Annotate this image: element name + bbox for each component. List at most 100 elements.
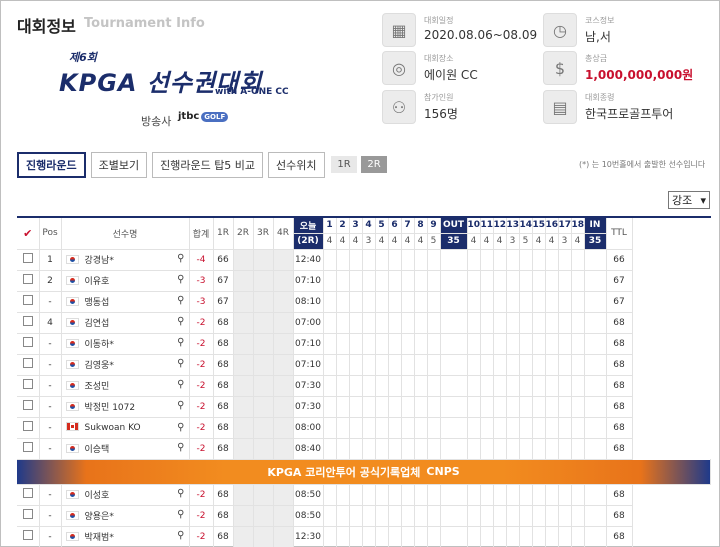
table-row[interactable]: 1 강경남* ⚲ -4 66 12:40 66 — [17, 249, 711, 271]
tab-current-round[interactable]: 진행라운드 — [17, 152, 86, 178]
row-checkbox-cell[interactable] — [17, 375, 40, 397]
hole-score-cell — [506, 249, 520, 271]
player-name-cell[interactable]: 박정민 1072 ⚲ — [61, 396, 190, 418]
hole-score-cell — [532, 417, 546, 439]
r3-cell — [253, 375, 274, 397]
player-name-cell[interactable]: 맹동섭 ⚲ — [61, 291, 190, 313]
row-checkbox[interactable] — [22, 358, 33, 368]
row-checkbox-cell[interactable] — [17, 270, 40, 292]
info-label: 코스정보 — [585, 16, 615, 25]
highlight-select[interactable]: 강조 ▾ — [668, 191, 710, 209]
tab-top5-compare[interactable]: 진행라운드 탑5 비교 — [152, 152, 264, 178]
par-cell: 4 — [467, 233, 481, 250]
player-name-cell[interactable]: 이유호 ⚲ — [61, 270, 190, 292]
table-row[interactable]: - 이성호 ⚲ -2 68 08:50 68 — [17, 484, 711, 506]
row-checkbox[interactable] — [22, 400, 33, 410]
player-name-cell[interactable]: 양용은* ⚲ — [61, 505, 190, 527]
row-checkbox[interactable] — [22, 421, 33, 431]
table-row[interactable]: - Sukwoan KO ⚲ -2 68 08:00 68 — [17, 417, 711, 439]
round-tab-2r[interactable]: 2R — [361, 156, 387, 173]
hole-score-cell — [467, 396, 481, 418]
row-checkbox-cell[interactable] — [17, 333, 40, 355]
r2-cell — [233, 249, 254, 271]
row-checkbox-cell[interactable] — [17, 291, 40, 313]
player-name-cell[interactable]: 조성민 ⚲ — [61, 375, 190, 397]
hole-score-cell — [506, 270, 520, 292]
table-row[interactable]: 4 김연섭 ⚲ -2 68 07:00 68 — [17, 312, 711, 334]
hole-score-cell — [506, 396, 520, 418]
hole-score-cell — [480, 396, 494, 418]
row-checkbox-cell[interactable] — [17, 249, 40, 271]
row-checkbox-cell[interactable] — [17, 505, 40, 527]
row-checkbox-cell[interactable] — [17, 417, 40, 439]
select-all-header[interactable]: ✔ — [17, 217, 40, 250]
hole-score-cell — [388, 312, 402, 334]
player-name: 이성호 — [84, 491, 110, 501]
player-name-cell[interactable]: 강경남* ⚲ — [61, 249, 190, 271]
broadcaster-logo: jtbc GOLF — [178, 111, 229, 122]
hole-score-cell — [545, 438, 559, 460]
select-value: 강조 — [672, 194, 693, 207]
table-row[interactable]: - 박재범* ⚲ -2 68 12:30 68 — [17, 526, 711, 547]
hole-score-cell — [349, 312, 363, 334]
round-tab-1r[interactable]: 1R — [331, 156, 357, 173]
pos-cell: - — [39, 291, 62, 313]
tab-player-location[interactable]: 선수위치 — [268, 152, 325, 178]
row-checkbox-cell[interactable] — [17, 396, 40, 418]
broadcaster-logo-text: jtbc — [178, 111, 200, 122]
row-checkbox[interactable] — [22, 509, 33, 519]
row-checkbox[interactable] — [22, 530, 33, 540]
today-sub-header: (2R) — [293, 233, 324, 250]
row-checkbox[interactable] — [22, 253, 33, 263]
row-checkbox-cell[interactable] — [17, 438, 40, 460]
row-checkbox-cell[interactable] — [17, 526, 40, 547]
hole-score-cell — [532, 396, 546, 418]
row-checkbox[interactable] — [22, 379, 33, 389]
table-row[interactable]: 2 이유호 ⚲ -3 67 07:10 67 — [17, 270, 711, 292]
tab-groups[interactable]: 조별보기 — [90, 152, 148, 178]
row-checkbox[interactable] — [22, 337, 33, 347]
player-name-cell[interactable]: 이동하* ⚲ — [61, 333, 190, 355]
table-row[interactable]: - 이동하* ⚲ -2 68 07:10 68 — [17, 333, 711, 355]
row-checkbox-cell[interactable] — [17, 484, 40, 506]
r4-cell — [273, 526, 294, 547]
row-checkbox[interactable] — [22, 488, 33, 498]
r1-cell: 68 — [213, 505, 234, 527]
table-row[interactable]: - 양용은* ⚲ -2 68 08:50 68 — [17, 505, 711, 527]
row-checkbox-cell[interactable] — [17, 312, 40, 334]
row-checkbox[interactable] — [22, 316, 33, 326]
info-schedule: ▦ 대회일정 2020.08.06~08.09 — [382, 13, 552, 49]
hole-score-cell — [362, 333, 376, 355]
table-row[interactable]: - 김영웅* ⚲ -2 68 07:10 68 — [17, 354, 711, 376]
row-checkbox[interactable] — [22, 295, 33, 305]
player-name-cell[interactable]: 김영웅* ⚲ — [61, 354, 190, 376]
row-checkbox[interactable] — [22, 274, 33, 284]
in-score-cell — [584, 249, 607, 271]
table-row[interactable]: - 박정민 1072 ⚲ -2 68 07:30 68 — [17, 396, 711, 418]
row-checkbox[interactable] — [22, 442, 33, 452]
r3-cell — [253, 270, 274, 292]
player-name-cell[interactable]: 김연섭 ⚲ — [61, 312, 190, 334]
player-name-cell[interactable]: 이승택 ⚲ — [61, 438, 190, 460]
info-value: 남,서 — [585, 30, 611, 44]
r1-cell: 68 — [213, 354, 234, 376]
player-name-cell[interactable]: 이성호 ⚲ — [61, 484, 190, 506]
table-row[interactable]: - 조성민 ⚲ -2 68 07:30 68 — [17, 375, 711, 397]
ttl-cell: 68 — [606, 375, 633, 397]
today-cell: 07:10 — [293, 354, 324, 376]
r2-cell — [233, 526, 254, 547]
table-row[interactable]: - 맹동섭 ⚲ -3 67 08:10 67 — [17, 291, 711, 313]
hole-score-cell — [480, 417, 494, 439]
total-cell: -2 — [189, 417, 214, 439]
player-name-cell[interactable]: 박재범* ⚲ — [61, 526, 190, 547]
table-row[interactable]: - 이승택 ⚲ -2 68 08:40 68 — [17, 438, 711, 460]
row-checkbox-cell[interactable] — [17, 354, 40, 376]
hole-score-cell — [375, 333, 389, 355]
r1-cell: 68 — [213, 375, 234, 397]
hole-score-cell — [388, 438, 402, 460]
hole-score-cell — [362, 270, 376, 292]
hole-score-cell — [401, 333, 415, 355]
sponsor-banner[interactable]: KPGA 코리안투어 공식기록업체 CNPS — [17, 459, 711, 485]
player-name-cell[interactable]: Sukwoan KO ⚲ — [61, 417, 190, 439]
out-score-cell — [440, 249, 468, 271]
